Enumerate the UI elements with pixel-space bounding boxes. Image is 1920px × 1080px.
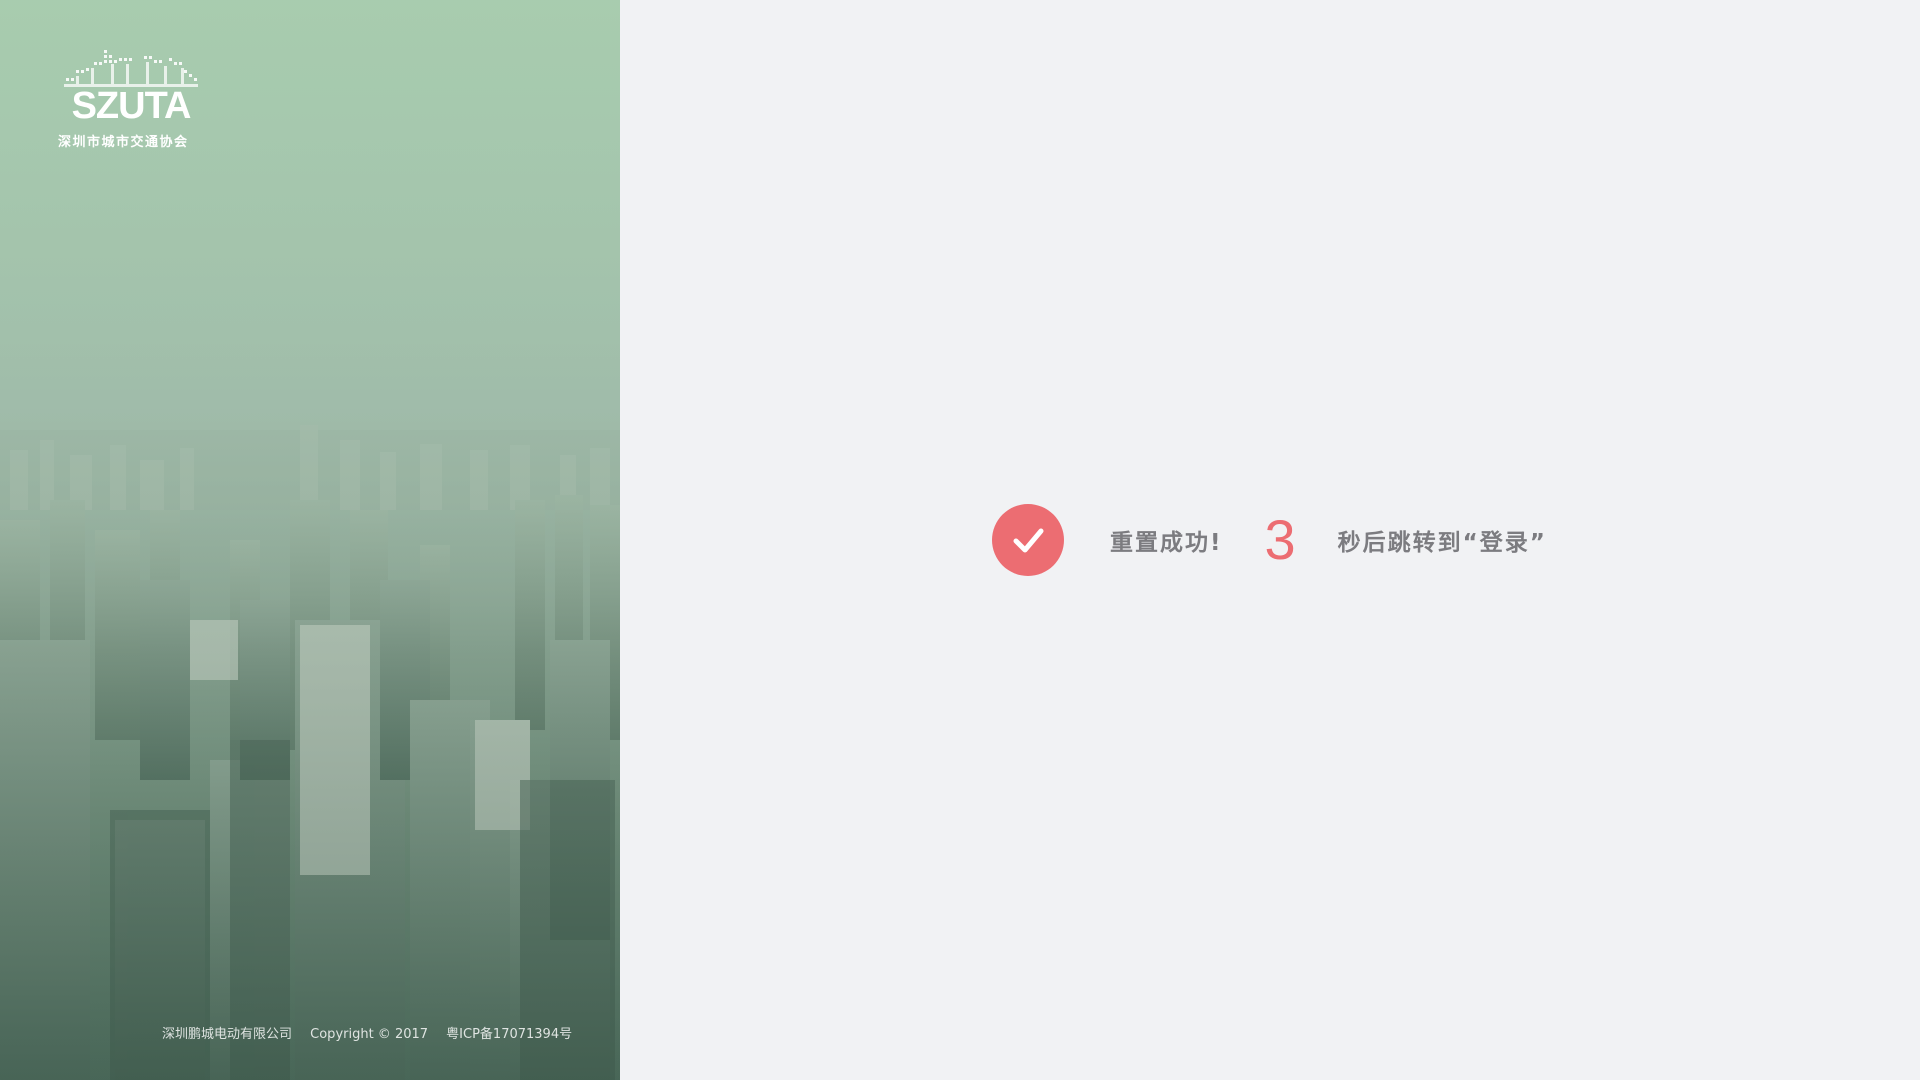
redirect-message[interactable]: 秒后跳转到“登录” — [1338, 523, 1547, 557]
footer-company: 深圳鹏城电动有限公司 — [162, 1027, 293, 1042]
footer: 深圳鹏城电动有限公司 Copyright © 2017 粤ICP备1707139… — [162, 1023, 586, 1042]
svg-text:SZUTA: SZUTA — [72, 85, 191, 127]
footer-copyright: Copyright © 2017 — [310, 1027, 429, 1042]
reset-success-row: 重置成功! 3 秒后跳转到“登录” — [992, 504, 1547, 576]
footer-icp[interactable]: 粤ICP备17071394号 — [446, 1027, 572, 1042]
background-city-panel: SZUTA 深圳市城市交通协会 深圳鹏城电动有限公司 Copyright © 2… — [0, 0, 620, 1080]
success-message: 重置成功! — [1110, 530, 1223, 556]
check-icon — [1013, 528, 1044, 553]
logo-subtitle: 深圳市城市交通协会 — [58, 135, 189, 150]
success-badge — [992, 504, 1064, 576]
countdown-number: 3 — [1264, 508, 1296, 571]
haze-overlay — [0, 0, 620, 1080]
